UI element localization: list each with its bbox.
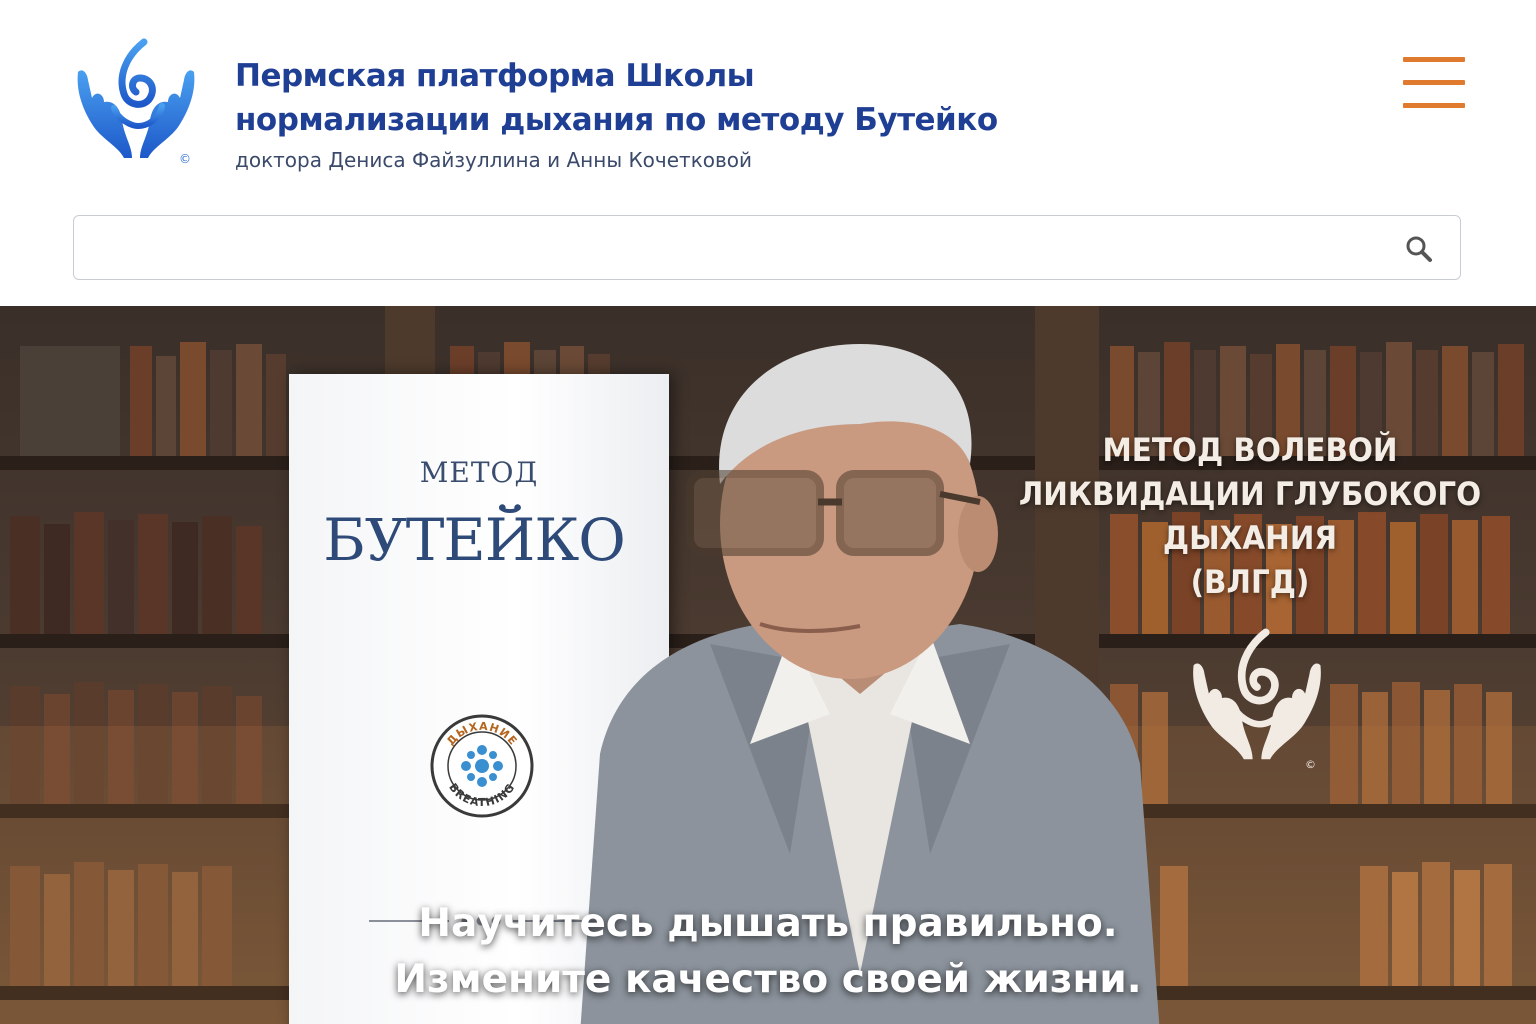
method-heading-line: МЕТОД ВОЛЕВОЙ [1102, 431, 1398, 469]
copyright-mark: © [179, 152, 191, 166]
search-input[interactable] [90, 216, 1394, 280]
search-bar[interactable] [73, 215, 1461, 280]
hero-banner: МЕТОД БУТЕЙКО ДЫХАНИЕ BREATHING МЕТОД ВО… [0, 306, 1536, 1024]
hamburger-menu-icon-bar [1403, 80, 1465, 85]
tagline-line-2: Измените качество своей жизни. [394, 957, 1142, 1002]
hero-copyright-mark: © [1305, 758, 1316, 771]
site-title-line-2[interactable]: нормализации дыхания по методу Бутейко [235, 98, 1135, 142]
hamburger-menu-button[interactable] [1398, 52, 1470, 118]
hamburger-menu-icon-bar [1403, 103, 1465, 108]
hamburger-menu-icon-bar [1403, 57, 1465, 62]
breathing-badge-icon: ДЫХАНИЕ BREATHING [430, 714, 534, 818]
tagline-line-1: Научитесь дышать правильно. [418, 901, 1118, 946]
site-subtitle: доктора Дениса Файзуллина и Анны Кочетко… [235, 148, 753, 172]
method-heading-line: ЛИКВИДАЦИИ ГЛУБОКОГО [1018, 475, 1482, 513]
method-heading-line: ДЫХАНИЯ [1162, 519, 1338, 557]
site-title-line-1[interactable]: Пермская платформа Школы [235, 54, 1135, 98]
method-heading-line: (ВЛГД) [1190, 563, 1310, 601]
hands-breath-logo-icon[interactable] [74, 38, 198, 166]
hands-breath-logo-icon [1193, 628, 1321, 760]
site-header: © Пермская платформа Школы нормализации … [0, 0, 1536, 306]
site-title-block: Пермская платформа Школы нормализации ды… [235, 54, 1135, 172]
search-icon[interactable] [1404, 234, 1434, 264]
method-heading: МЕТОД ВОЛЕВОЙ ЛИКВИДАЦИИ ГЛУБОКОГО ДЫХАН… [1011, 428, 1489, 604]
